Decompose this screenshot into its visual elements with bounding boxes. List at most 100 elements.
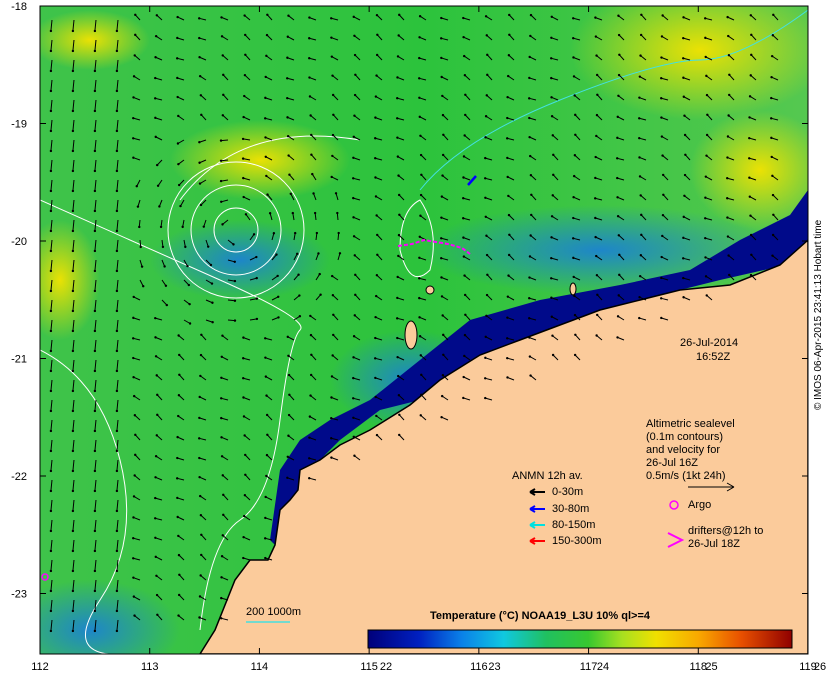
velocity-vector-head [181, 225, 184, 229]
velocity-vector-head [115, 249, 119, 253]
velocity-vector-head [662, 193, 665, 196]
velocity-vector-head [550, 215, 554, 218]
velocity-vector-head [616, 115, 619, 119]
velocity-vector-head [310, 133, 313, 137]
velocity-vector-head [507, 274, 510, 277]
velocity-vector-head [486, 73, 489, 77]
velocity-vector-head [484, 15, 488, 18]
velocity-vector-head [418, 256, 421, 259]
velocity-vector-head [770, 54, 774, 58]
velocity-vector-head [550, 36, 553, 39]
velocity-vector-head [318, 272, 321, 276]
velocity-vector-head [93, 629, 97, 633]
velocity-vector-head [308, 457, 311, 460]
velocity-vector-head [71, 29, 75, 33]
velocity-vector-head [49, 369, 53, 373]
velocity-vector-head [616, 196, 619, 199]
velocity-vector-head [176, 142, 180, 145]
velocity-vector-head [594, 216, 597, 220]
velocity-vector-head [176, 76, 179, 80]
velocity-vector-head [277, 295, 280, 298]
velocity-vector-head [396, 296, 399, 300]
velocity-vector-head [115, 469, 119, 473]
velocity-vector-head [616, 336, 619, 339]
velocity-vector-head [330, 17, 333, 20]
velocity-vector-head [418, 56, 421, 60]
colorbar-tick-label: 25 [705, 661, 717, 673]
velocity-vector-head [161, 245, 165, 249]
velocity-vector-head [159, 225, 163, 229]
velocity-vector-head [268, 212, 272, 215]
velocity-vector-head [115, 229, 119, 233]
velocity-vector-head [71, 409, 75, 413]
velocity-vector-head [661, 234, 664, 238]
velocity-vector-head [726, 156, 729, 159]
velocity-vector-head [49, 489, 53, 493]
velocity-vector-head [200, 333, 203, 336]
velocity-vector-head [312, 192, 315, 195]
velocity-vector-head [705, 133, 709, 137]
drifters-legend-line-2: 26-Jul 18Z [688, 538, 740, 550]
velocity-vector-head [550, 236, 553, 239]
velocity-vector-head [93, 369, 97, 373]
velocity-vector-head [155, 374, 158, 377]
velocity-vector-head [484, 136, 487, 139]
velocity-vector-head [286, 96, 289, 100]
velocity-vector-head [332, 113, 335, 116]
velocity-vector-head [462, 35, 465, 39]
velocity-vector-head [132, 376, 135, 379]
velocity-vector-head [354, 73, 357, 76]
velocity-vector-head [595, 134, 598, 138]
velocity-vector-head [71, 209, 75, 213]
velocity-vector-head [132, 96, 135, 99]
velocity-vector-head [154, 56, 157, 59]
velocity-vector-head [71, 69, 75, 73]
velocity-vector-head [219, 159, 223, 162]
velocity-vector-head [49, 569, 53, 573]
velocity-vector-head [638, 96, 641, 99]
velocity-vector-head [134, 453, 137, 457]
velocity-vector-head [220, 576, 223, 579]
velocity-vector-head [352, 15, 355, 19]
velocity-vector-head [264, 117, 267, 120]
velocity-vector-head [49, 29, 53, 33]
velocity-vector-head [272, 232, 276, 235]
velocity-vector-head [704, 217, 707, 220]
velocity-vector-head [749, 233, 753, 237]
velocity-vector-head [49, 69, 53, 73]
velocity-vector-head [418, 115, 421, 119]
velocity-vector-head [727, 53, 731, 57]
velocity-vector-head [176, 456, 179, 460]
velocity-vector-head [353, 254, 356, 257]
velocity-vector-head [186, 264, 189, 268]
x-axis-tick-label: 115 [360, 661, 378, 673]
velocity-vector-head [71, 509, 75, 513]
velocity-vector-head [266, 193, 269, 196]
velocity-vector-head [727, 93, 731, 97]
velocity-vector-head [134, 33, 137, 37]
velocity-vector-head [705, 154, 708, 157]
velocity-vector-head [726, 177, 729, 180]
colorbar-title: Temperature (°C) NOAA19_L3U 10% ql>=4 [430, 610, 650, 622]
anmn-legend-item: 0-30m [552, 486, 584, 498]
velocity-vector-head [506, 95, 509, 99]
velocity-vector-head [330, 36, 333, 39]
velocity-vector-head [682, 36, 685, 40]
velocity-vector-head [485, 94, 488, 97]
velocity-vector-head [484, 196, 487, 199]
velocity-vector-head [132, 557, 135, 560]
velocity-vector-head [276, 274, 279, 278]
velocity-vector-head [748, 116, 751, 119]
velocity-vector-head [506, 295, 510, 298]
velocity-vector-head [221, 223, 224, 226]
velocity-vector-head [266, 433, 269, 436]
velocity-vector-head [572, 275, 575, 279]
velocity-vector-head [115, 349, 119, 353]
velocity-vector-head [397, 174, 400, 177]
velocity-vector-head [115, 209, 119, 213]
velocity-vector-head [198, 456, 201, 460]
velocity-vector-head [462, 16, 465, 20]
velocity-vector-head [728, 73, 731, 77]
velocity-vector-head [243, 33, 247, 37]
velocity-vector-head [639, 54, 642, 57]
